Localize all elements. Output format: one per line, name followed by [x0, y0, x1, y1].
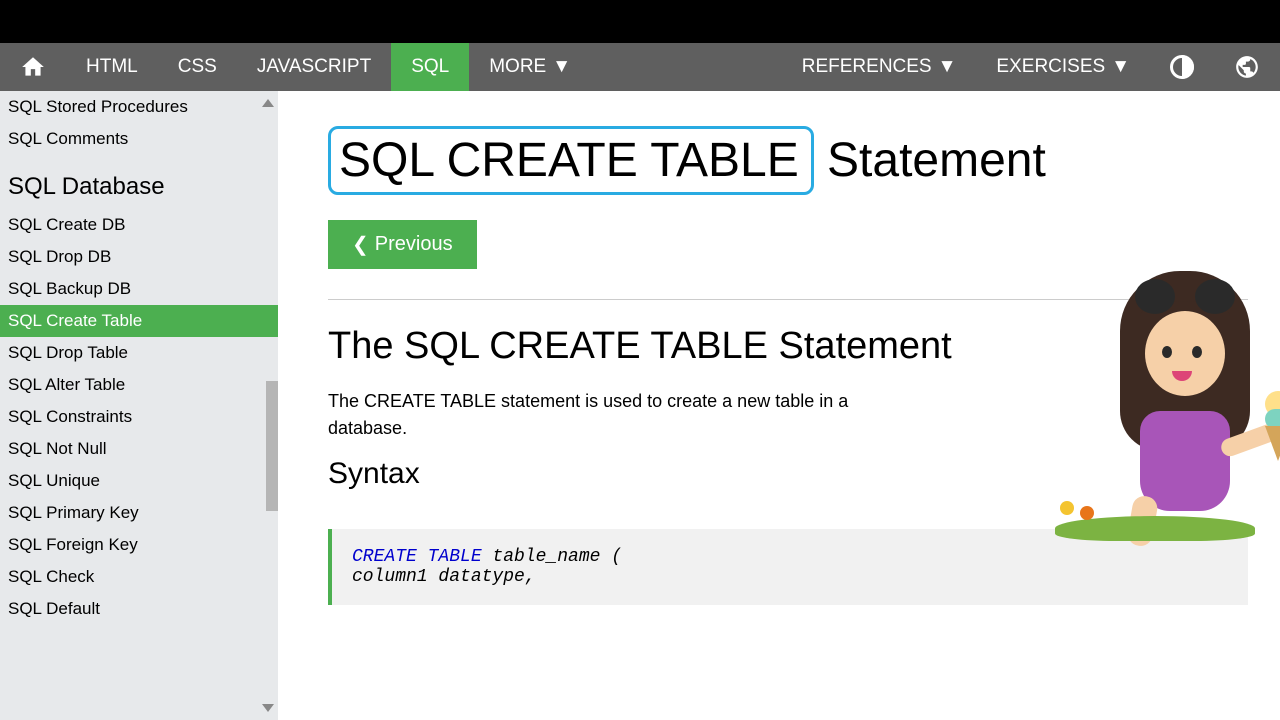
page-title: SQL CREATE TABLE Statement: [328, 126, 1248, 195]
scrollbar-thumb[interactable]: [266, 381, 278, 511]
nav-javascript[interactable]: JAVASCRIPT: [237, 43, 391, 91]
character-illustration: [1050, 271, 1280, 551]
sidebar-heading: SQL Database: [0, 155, 278, 209]
sidebar-item[interactable]: SQL Stored Procedures: [0, 91, 278, 123]
nav-more-label: MORE: [489, 56, 546, 78]
section-text: The CREATE TABLE statement is used to cr…: [328, 388, 898, 442]
sidebar-item[interactable]: SQL Backup DB: [0, 273, 278, 305]
caret-down-icon: ▼: [552, 56, 571, 78]
sidebar-item[interactable]: SQL Primary Key: [0, 497, 278, 529]
sidebar-item[interactable]: SQL Drop Table: [0, 337, 278, 369]
page-container: SQL Stored Procedures SQL Comments SQL D…: [0, 91, 1280, 720]
nav-html[interactable]: HTML: [66, 43, 158, 91]
nav-exercises-label: EXERCISES: [996, 56, 1105, 78]
caret-down-icon: ▼: [1111, 56, 1130, 78]
sidebar-item-active[interactable]: SQL Create Table: [0, 305, 278, 337]
caret-down-icon: ▼: [938, 56, 957, 78]
code-keyword: CREATE TABLE: [352, 547, 482, 567]
sidebar-item[interactable]: SQL Unique: [0, 465, 278, 497]
sidebar-item[interactable]: SQL Alter Table: [0, 369, 278, 401]
top-navigation: HTML CSS JAVASCRIPT SQL MORE ▼ REFERENCE…: [0, 43, 1280, 91]
main-content: SQL CREATE TABLE Statement ❮ Previous Th…: [278, 91, 1280, 720]
code-text: table_name (: [482, 547, 622, 567]
chevron-left-icon: ❮: [352, 232, 369, 257]
title-highlight: SQL CREATE TABLE: [328, 126, 814, 195]
nav-references-label: REFERENCES: [802, 56, 932, 78]
sidebar-item[interactable]: SQL Drop DB: [0, 241, 278, 273]
code-text: column1 datatype,: [352, 567, 536, 587]
sidebar-item[interactable]: SQL Not Null: [0, 433, 278, 465]
nav-references[interactable]: REFERENCES ▼: [782, 43, 977, 91]
sidebar[interactable]: SQL Stored Procedures SQL Comments SQL D…: [0, 91, 278, 720]
scroll-down-icon[interactable]: [262, 704, 274, 712]
scroll-up-icon[interactable]: [262, 99, 274, 107]
nav-exercises[interactable]: EXERCISES ▼: [976, 43, 1150, 91]
nav-more[interactable]: MORE ▼: [469, 43, 591, 91]
home-icon[interactable]: [0, 43, 66, 91]
nav-sql[interactable]: SQL: [391, 43, 469, 91]
nav-css[interactable]: CSS: [158, 43, 237, 91]
sidebar-item[interactable]: SQL Comments: [0, 123, 278, 155]
sidebar-item[interactable]: SQL Check: [0, 561, 278, 593]
theme-toggle-icon[interactable]: [1150, 43, 1214, 91]
globe-icon[interactable]: [1214, 43, 1280, 91]
sidebar-item[interactable]: SQL Foreign Key: [0, 529, 278, 561]
title-rest: Statement: [814, 134, 1046, 187]
sidebar-item[interactable]: SQL Create DB: [0, 209, 278, 241]
video-letterbox-top: [0, 0, 1280, 43]
previous-label: Previous: [375, 233, 453, 256]
sidebar-item[interactable]: SQL Default: [0, 593, 278, 625]
previous-button[interactable]: ❮ Previous: [328, 220, 477, 269]
sidebar-item[interactable]: SQL Constraints: [0, 401, 278, 433]
